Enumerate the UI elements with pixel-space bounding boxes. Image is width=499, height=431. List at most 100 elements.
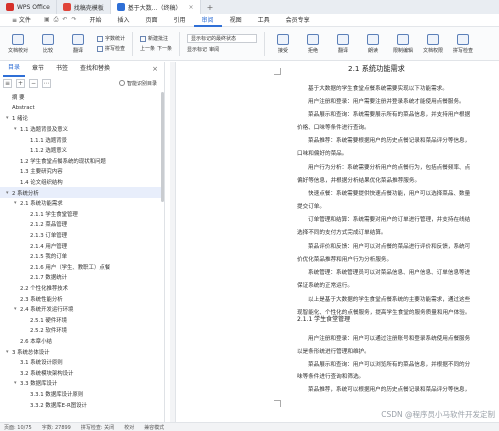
paragraph-line: 价格、口味等条件进行查询。 (297, 124, 370, 131)
show-markup-button[interactable]: 显示标记 (187, 46, 207, 53)
subsection-heading: 2.1.1 学生食堂管理 (297, 316, 351, 323)
spell-check2-button[interactable]: 拼写检查 (449, 29, 477, 59)
compare-button[interactable]: 比较 (34, 29, 62, 59)
read-aloud-button[interactable]: 朗读 (359, 29, 387, 59)
review-pane-button[interactable]: 审阅 (209, 46, 219, 53)
menu-reference[interactable]: 引用 (166, 14, 194, 27)
markup-mode-select[interactable]: 显示标记的最终状态 (187, 34, 258, 43)
spell-check-button[interactable]: 拼写检查 (97, 45, 125, 52)
toc-item[interactable]: 2.1.4 用户管理 (0, 240, 164, 251)
toc-item[interactable]: 3.1 系统设计原则 (0, 357, 164, 368)
paragraph-line: 用户行为分析：系统需要分析用户的点餐行为，包括点餐频率、点 (308, 164, 471, 171)
doc-proofread-button[interactable]: 文档校对 (4, 29, 32, 59)
spell-status[interactable]: 拼写检查: 关闭 (81, 424, 114, 431)
toc-item[interactable]: 2.6 本章小结 (0, 336, 164, 347)
new-tab-icon[interactable]: + (201, 3, 220, 12)
toc-item[interactable]: 1.4 论文组织结构 (0, 177, 164, 188)
toc-item[interactable]: 2.5.1 硬件环境 (0, 314, 164, 325)
tab-template[interactable]: 找稿壳模板 (57, 0, 111, 14)
paragraph-line: 选择不同的支付方式完成订单结算。 (297, 230, 387, 237)
tab-document[interactable]: 基于大数...（终稿） × (110, 0, 201, 14)
toc-item[interactable]: 1.1.2 选题意义 (0, 145, 164, 156)
toc-item[interactable]: 摘 要 (0, 92, 164, 103)
translate2-button[interactable]: 翻译 (329, 29, 357, 59)
toc-item[interactable]: 1.1.1 选题背景 (0, 134, 164, 145)
paragraph-line: 菜品推荐，系统可以根据用户的历史点餐记录和菜品评分等信息， (308, 387, 471, 394)
toc-item[interactable]: ▾ 3.3 数据库设计 (0, 378, 164, 389)
toc-item[interactable]: ▾ 1.1 选题背景及意义 (0, 124, 164, 135)
prev-comment-button[interactable]: 上一条 (140, 45, 155, 52)
toc-item[interactable]: 2.1.5 我的订单 (0, 251, 164, 262)
review-toolbar: 文档校对 比较 翻译 字数统计 拼写检查 新建批注 上一条 下一条 显示标记的最… (0, 27, 499, 61)
toc-item[interactable]: 2.1.3 订单管理 (0, 230, 164, 241)
menu-member[interactable]: 会员专享 (278, 14, 318, 27)
proof-status[interactable]: 校对 (124, 424, 134, 431)
close-pane-icon[interactable]: × (152, 65, 158, 73)
toc-item[interactable]: ▾ 3 系统总体设计 (0, 346, 164, 357)
toc-item[interactable]: 3.2 系统模块架构设计 (0, 367, 164, 378)
smart-toc-button[interactable]: 智能识别目录 (118, 80, 157, 87)
spell-check2-icon (457, 33, 470, 45)
word-count-button[interactable]: 字数统计 (97, 35, 125, 42)
toc-item-label: 3.1 系统设计原则 (20, 360, 63, 367)
menu-file[interactable]: ≡ 文件 (4, 14, 39, 27)
toc-item-label: 1.1.1 选题背景 (30, 137, 67, 144)
tab-bookmarks[interactable]: 书签 (51, 62, 73, 76)
undo-icon[interactable]: ↶ (62, 16, 67, 24)
tab-find-replace[interactable]: 查找和替换 (75, 62, 115, 76)
toc-item[interactable]: 2.1.6 用户（学生、教职工）点餐 (0, 262, 164, 273)
menu-page[interactable]: 页面 (138, 14, 166, 27)
accept-button[interactable]: 接受 (269, 29, 297, 59)
toc-item[interactable]: 2.1.2 菜品管理 (0, 219, 164, 230)
new-comment-button[interactable]: 新建批注 (140, 35, 172, 42)
paragraph-line: 快速点餐：系统需要提供快速点餐功能，用户可以选择菜品、数量 (308, 191, 471, 197)
toc-item[interactable]: ▾ 2.4 系统开发运行环境 (0, 304, 164, 315)
toc-item[interactable]: 2.2 个性化推荐技术 (0, 283, 164, 294)
toc-item[interactable]: 2.1.7 数据统计 (0, 272, 164, 283)
toc-item[interactable]: 1.2 学生食堂点餐系统的现状和问题 (0, 156, 164, 167)
spell-check-icon (97, 45, 103, 52)
doc-permission-button[interactable]: 文档权限 (419, 29, 447, 59)
expand-icon[interactable]: + (16, 78, 25, 88)
menu-home[interactable]: 开始 (81, 14, 109, 27)
next-comment-button[interactable]: 下一条 (157, 45, 172, 52)
toc-item[interactable]: 2.3 系统性能分析 (0, 293, 164, 304)
toc-item[interactable]: ▾ 1 绪论 (0, 113, 164, 124)
page-indicator[interactable]: 页面: 10/75 (4, 424, 32, 431)
collapse-icon[interactable]: − (29, 78, 38, 88)
print-icon[interactable]: ⎙ (54, 16, 59, 24)
toc-item-label: 摘 要 (12, 95, 25, 102)
tab-wps-office[interactable]: WPS Office (0, 0, 57, 14)
reject-button[interactable]: 拒绝 (299, 29, 327, 59)
more-icon[interactable]: ⋯ (42, 78, 51, 88)
menu-insert[interactable]: 插入 (110, 14, 138, 27)
comment-nav: 上一条 下一条 (140, 45, 172, 52)
toc-item-label: 2.2 个性化推荐技术 (20, 285, 69, 292)
word-count[interactable]: 字数: 27899 (42, 424, 71, 431)
toc-item[interactable]: Abstract (0, 103, 164, 114)
tab-chapters[interactable]: 章节 (27, 62, 49, 76)
divider (179, 31, 181, 56)
tab-toc[interactable]: 目录 (3, 62, 26, 77)
toc-item-label: 2.1.6 用户（学生、教职工）点餐 (30, 264, 111, 271)
paragraph-line: 基于大数据的学生食堂点餐系统需要实现以下功能需求。 (308, 86, 448, 92)
toc-item[interactable]: 1.3 主要研究内容 (0, 166, 164, 177)
toc-item[interactable]: ▾ 2.1 系统功能需求 (0, 198, 164, 209)
sidebar-scrollbar[interactable] (161, 92, 164, 202)
close-icon[interactable]: × (189, 4, 194, 11)
toc-item[interactable]: 3.3.1 数据库设计原则 (0, 389, 164, 400)
toc-level-button[interactable]: ≡ (3, 78, 12, 88)
toc-item[interactable]: 2.5.2 软件环境 (0, 325, 164, 336)
menu-view[interactable]: 视图 (222, 14, 250, 27)
page-corner-mark (274, 400, 281, 407)
translate-button[interactable]: 翻译 (64, 29, 92, 59)
menu-review[interactable]: 审阅 (193, 14, 222, 27)
save-icon[interactable]: ▣ (44, 16, 50, 24)
toc-item[interactable]: 2.1.1 学生食堂管理 (0, 209, 164, 220)
toc-item[interactable]: ▾ 2 系统分析 (0, 187, 164, 198)
menu-tools[interactable]: 工具 (250, 14, 278, 27)
toc-item-label: 3.2 系统模块架构设计 (20, 370, 74, 377)
toc-item[interactable]: 3.3.2 数据库E-R图设计 (0, 399, 164, 410)
redo-icon[interactable]: ↷ (71, 16, 76, 24)
restrict-edit-button[interactable]: 限制编辑 (389, 29, 417, 59)
